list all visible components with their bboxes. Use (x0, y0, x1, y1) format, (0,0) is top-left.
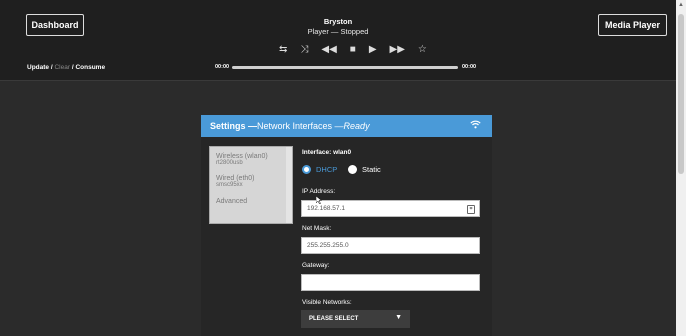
static-label: Static (362, 165, 381, 174)
stop-icon[interactable]: ■ (350, 44, 356, 55)
interface-name: Advanced (216, 198, 248, 205)
scroll-up-icon[interactable]: ▲ (678, 2, 684, 8)
shuffle-icon[interactable]: ⤨ (300, 44, 308, 55)
device-name: Bryston (323, 17, 353, 26)
seek-bar[interactable] (232, 66, 458, 69)
panel-title-settings: Settings — (210, 121, 258, 131)
repeat-icon[interactable]: ⇆ (279, 44, 287, 55)
static-radio-dot[interactable] (348, 165, 357, 174)
fast-forward-icon[interactable]: ▶▶ (390, 44, 405, 55)
rewind-icon[interactable]: ◀◀ (321, 44, 336, 55)
play-icon[interactable]: ▶ (369, 44, 377, 55)
panel-title-status: Ready (343, 121, 370, 131)
queue-actions: Update / Clear / Consume (27, 64, 105, 71)
net-mask-label: Net Mask: (302, 225, 332, 232)
separator: / (50, 64, 53, 71)
total-time: 00:00 (462, 64, 477, 70)
interface-chip: smsc95xx (216, 182, 243, 188)
consume-link[interactable]: Consume (75, 64, 105, 71)
gateway-label: Gateway: (302, 262, 330, 269)
interface-name: Wireless (wlan0) (216, 153, 268, 160)
panel-title-section: Network Interfaces — (257, 121, 344, 131)
separator: / (71, 64, 74, 71)
scrollbar-thumb[interactable] (678, 14, 684, 174)
dhcp-radio-dot[interactable] (302, 165, 311, 174)
favorite-star-icon[interactable]: ☆ (418, 44, 427, 55)
visible-networks-label: Visible Networks: (302, 299, 352, 306)
chevron-down-icon: ▼ (395, 314, 402, 321)
visible-networks-select[interactable]: PLEASE SELECT ▼ (301, 310, 410, 328)
interface-item-eth0[interactable]: Wired (eth0) smsc95xx (210, 175, 292, 189)
static-radio[interactable]: Static (348, 165, 381, 174)
ip-address-input[interactable]: 192.168.57.1 ⌗ (301, 200, 480, 217)
dhcp-label: DHCP (316, 165, 338, 174)
ip-address-label: IP Address: (302, 188, 336, 195)
net-mask-value: 255.255.255.0 (307, 242, 349, 249)
mouse-cursor-icon (316, 196, 322, 204)
ip-address-value: 192.168.57.1 (307, 205, 345, 212)
top-bar: Dashboard Media Player Bryston Player — … (0, 0, 676, 81)
interface-list[interactable]: Wireless (wlan0) rt2800usb Wired (eth0) … (209, 146, 293, 224)
net-mask-input[interactable]: 255.255.255.0 (301, 237, 480, 254)
dhcp-radio[interactable]: DHCP (302, 165, 337, 174)
player-status: Player — Stopped (307, 27, 369, 36)
update-link[interactable]: Update (27, 64, 49, 71)
list-scrollbar[interactable] (286, 147, 292, 223)
visible-networks-value: PLEASE SELECT (309, 316, 359, 322)
page-scrollbar[interactable]: ▲ (676, 0, 686, 336)
interface-label: Interface: wlan0 (302, 149, 352, 156)
playback-controls: ⇆ ⤨ ◀◀ ■ ▶ ▶▶ ☆ (279, 44, 427, 55)
elapsed-time: 00:00 (215, 64, 230, 70)
keyboard-icon[interactable]: ⌗ (467, 205, 475, 214)
panel-header: Settings — Network Interfaces — Ready (201, 115, 492, 137)
interface-item-wlan0[interactable]: Wireless (wlan0) rt2800usb (210, 153, 292, 167)
clear-link[interactable]: Clear (54, 64, 70, 71)
gateway-input[interactable] (301, 274, 480, 291)
wifi-icon (470, 120, 481, 131)
interface-name: Wired (eth0) (216, 175, 255, 182)
interface-item-advanced[interactable]: Advanced (210, 198, 292, 205)
interface-chip: rt2800usb (216, 160, 243, 166)
